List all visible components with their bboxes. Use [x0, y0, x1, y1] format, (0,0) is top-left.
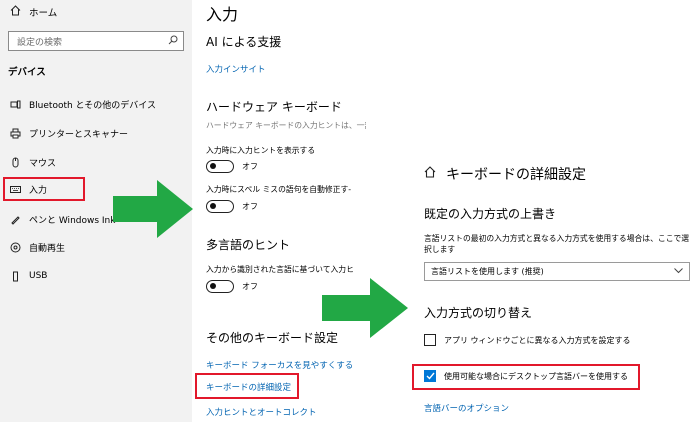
- override-title: 既定の入力方式の上書き: [424, 207, 557, 221]
- green-arrow-icon: [113, 180, 193, 238]
- dropdown-value: 言語リストを使用します (推奨): [431, 267, 544, 276]
- bluetooth-icon: [10, 99, 21, 110]
- chevron-down-icon: [674, 267, 683, 276]
- toggle-state: オフ: [242, 282, 258, 291]
- multilingual-toggle-row: オフ: [206, 280, 258, 293]
- other-keyboard-title: その他のキーボード設定: [206, 331, 339, 345]
- home-icon: [10, 5, 21, 19]
- sidebar-item-usb[interactable]: USB: [10, 268, 47, 284]
- input-highlight-box: [3, 177, 85, 201]
- section-title: デバイス: [8, 67, 46, 78]
- mouse-icon: [10, 157, 21, 168]
- typing-hints-autocorrect-link[interactable]: 入力ヒントとオートコレクト: [206, 406, 317, 418]
- input-method-dropdown[interactable]: 言語リストを使用します (推奨): [424, 262, 690, 281]
- show-hints-label: 入力時に入力ヒントを表示する: [206, 146, 316, 155]
- ai-section-title: AI による支援: [206, 35, 282, 49]
- langbar-options-link[interactable]: 言語バーのオプション: [424, 402, 509, 414]
- multilingual-title: 多言語のヒント: [206, 238, 291, 252]
- sidebar-item-autoplay[interactable]: 自動再生: [10, 239, 65, 255]
- sidebar-item-label: プリンターとスキャナー: [29, 129, 129, 140]
- advanced-page-header: キーボードの詳細設定: [424, 164, 586, 184]
- sidebar-item-label: USB: [29, 271, 48, 281]
- pen-icon: [10, 214, 21, 225]
- sidebar-item-printers[interactable]: プリンターとスキャナー: [10, 125, 128, 141]
- keyboard-focus-link[interactable]: キーボード フォーカスを見やすくする: [206, 359, 353, 371]
- override-desc: 言語リストの最初の入力方式と異なる入力方式を使用する場合は、ここで選択します: [424, 234, 690, 254]
- autocorrect-toggle-row: オフ: [206, 200, 258, 213]
- home-icon[interactable]: [424, 166, 436, 182]
- autocorrect-toggle[interactable]: [206, 200, 234, 213]
- hardware-keyboard-desc: ハードウェア キーボードの入力ヒントは、一部: [206, 121, 366, 130]
- per-app-input-checkbox[interactable]: [424, 334, 436, 346]
- input-settings-panel: 入力 AI による支援 入力インサイト ハードウェア キーボード ハードウェア …: [192, 0, 372, 422]
- printer-icon: [10, 128, 21, 139]
- green-arrow-icon: [322, 278, 408, 338]
- sidebar-item-bluetooth[interactable]: Bluetooth とその他のデバイス: [10, 96, 156, 112]
- home-nav-item[interactable]: ホーム: [10, 5, 57, 19]
- page-title: 入力: [206, 5, 239, 24]
- search-icon: [168, 35, 178, 48]
- multilingual-desc: 入力から識別された言語に基づいて入力ヒ: [206, 265, 354, 274]
- advanced-link-highlight-box: [195, 373, 299, 399]
- home-label: ホーム: [29, 8, 58, 19]
- per-app-input-row: アプリ ウィンドウごとに異なる入力方式を設定する: [424, 334, 631, 346]
- sidebar-item-label: マウス: [29, 158, 57, 169]
- settings-search-input[interactable]: 設定の検索: [8, 31, 184, 51]
- typing-insights-link[interactable]: 入力インサイト: [206, 63, 266, 75]
- switching-title: 入力方式の切り替え: [424, 306, 533, 320]
- sidebar-item-pen[interactable]: ペンと Windows Ink: [10, 211, 115, 227]
- show-hints-toggle[interactable]: [206, 160, 234, 173]
- hardware-keyboard-title: ハードウェア キーボード: [206, 100, 342, 114]
- langbar-highlight-box: [412, 364, 640, 390]
- search-placeholder: 設定の検索: [17, 37, 63, 48]
- checkbox-label: アプリ ウィンドウごとに異なる入力方式を設定する: [444, 335, 631, 345]
- toggle-state: オフ: [242, 162, 258, 171]
- sidebar-item-label: ペンと Windows Ink: [29, 215, 116, 226]
- usb-icon: [10, 271, 21, 282]
- show-hints-toggle-row: オフ: [206, 160, 258, 173]
- autocorrect-label: 入力時にスペル ミスの語句を自動修正す-: [206, 185, 352, 194]
- autoplay-icon: [10, 242, 21, 253]
- multilingual-toggle[interactable]: [206, 280, 234, 293]
- sidebar-item-label: 自動再生: [29, 243, 66, 254]
- sidebar-item-mouse[interactable]: マウス: [10, 154, 56, 170]
- toggle-state: オフ: [242, 202, 258, 211]
- advanced-page-title: キーボードの詳細設定: [446, 167, 586, 183]
- sidebar-item-label: Bluetooth とその他のデバイス: [29, 100, 157, 111]
